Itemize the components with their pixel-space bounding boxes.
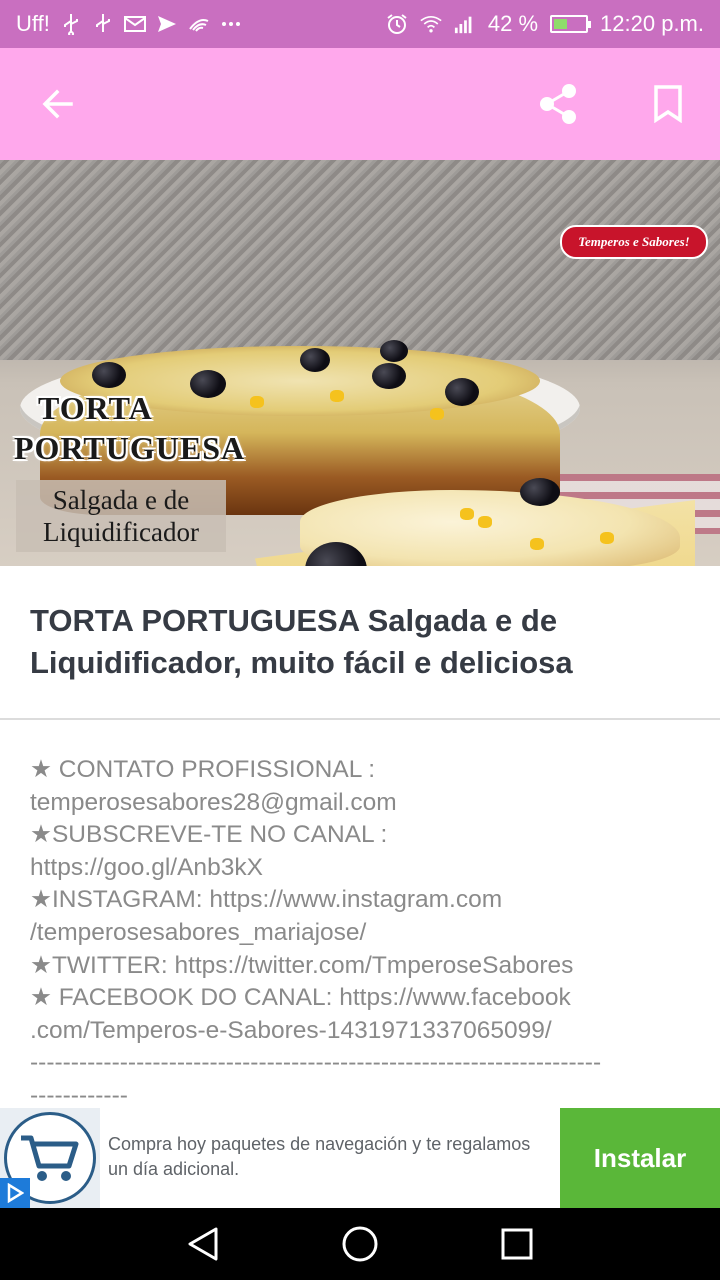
app-bar: [0, 48, 720, 160]
wifi-icon: [420, 13, 442, 35]
more-icon: [220, 13, 242, 35]
description-line: .com/Temperos-e-Sabores-1431971337065099…: [30, 1016, 552, 1044]
ad-banner[interactable]: Compra hoy paquetes de navegación y te r…: [0, 1108, 720, 1208]
carrier-label: Uff!: [16, 11, 50, 36]
corn: [600, 532, 614, 544]
article-description: ★ CONTATO PROFISSIONAL : temperosesabores…: [0, 720, 720, 1113]
recents-square-icon[interactable]: [487, 1214, 547, 1274]
corn: [330, 390, 344, 402]
description-line[interactable]: ★TWITTER: https://twitter.com/TmperoseSa…: [30, 950, 690, 983]
corn: [460, 508, 474, 520]
share-icon[interactable]: [534, 80, 582, 128]
olive: [300, 348, 330, 372]
hero-subtitle: Salgada e de Liquidificador: [16, 480, 226, 552]
home-circle-icon[interactable]: [330, 1214, 390, 1274]
article-content: TORTA PORTUGUESA Salgada e de Liquidific…: [0, 566, 720, 1113]
corn: [478, 516, 492, 528]
usb-icon: [60, 13, 82, 35]
hero-subtitle-line2: Liquidificador: [43, 517, 199, 547]
battery-icon: [550, 15, 592, 33]
countertop: [0, 160, 720, 360]
description-line[interactable]: temperosesabores28@gmail.com: [30, 787, 690, 820]
system-nav-bar: [0, 1208, 720, 1280]
description-line[interactable]: ★INSTAGRAM: https://www.instagram.com: [30, 884, 690, 917]
bookmark-icon[interactable]: [644, 80, 692, 128]
corn: [430, 408, 444, 420]
description-line: /temperosesabores_mariajose/: [30, 918, 367, 946]
ad-logo[interactable]: [0, 1108, 100, 1208]
olive: [190, 370, 226, 398]
channel-watermark: Temperos e Sabores!: [560, 225, 708, 259]
hero-image: Temperos e Sabores! TORTA PORTUGUESA Sal…: [0, 160, 720, 566]
signal-icon: [454, 13, 476, 35]
olive: [92, 362, 126, 388]
app-bar-actions: [534, 80, 692, 128]
description-line[interactable]: ★ FACEBOOK DO CANAL: https://www.faceboo…: [30, 982, 690, 1015]
olive: [380, 340, 408, 362]
status-bar: Uff! 42 % 12:20 p.m.: [0, 0, 720, 48]
alarm-icon: [386, 13, 408, 35]
arrow-back-icon[interactable]: [34, 80, 82, 128]
description-line[interactable]: https://goo.gl/Anb3kX: [30, 852, 690, 885]
olive: [445, 378, 479, 406]
description-line: ★SUBSCREVE-TE NO CANAL :: [30, 821, 388, 849]
send-icon: [156, 13, 178, 35]
back-triangle-icon[interactable]: [173, 1214, 233, 1274]
ad-text[interactable]: Compra hoy paquetes de navegación y te r…: [100, 1108, 560, 1208]
corn: [250, 396, 264, 408]
install-button[interactable]: Instalar: [560, 1108, 720, 1208]
corn: [530, 538, 544, 550]
article-title: TORTA PORTUGUESA Salgada e de Liquidific…: [30, 603, 573, 680]
description-line: ----------------------------------------…: [30, 1049, 602, 1077]
description-line: ★ CONTATO PROFISSIONAL :: [30, 756, 376, 783]
status-right: 42 % 12:20 p.m.: [386, 11, 704, 37]
hero-subtitle-line1: Salgada e de: [52, 485, 190, 515]
olive: [372, 363, 406, 389]
usb-icon: [92, 13, 114, 35]
olive: [520, 478, 560, 506]
wifi-hotspot-icon: [188, 13, 210, 35]
status-left: Uff!: [16, 11, 242, 37]
hero-title-line2: PORTUGUESA: [14, 430, 246, 466]
clock: 12:20 p.m.: [600, 11, 704, 36]
battery-percent: 42 %: [487, 11, 539, 36]
battery-level: [554, 19, 568, 29]
mail-icon: [123, 13, 146, 35]
hero-title-line1: TORTA: [38, 390, 153, 426]
adchoices-icon[interactable]: [0, 1178, 30, 1208]
